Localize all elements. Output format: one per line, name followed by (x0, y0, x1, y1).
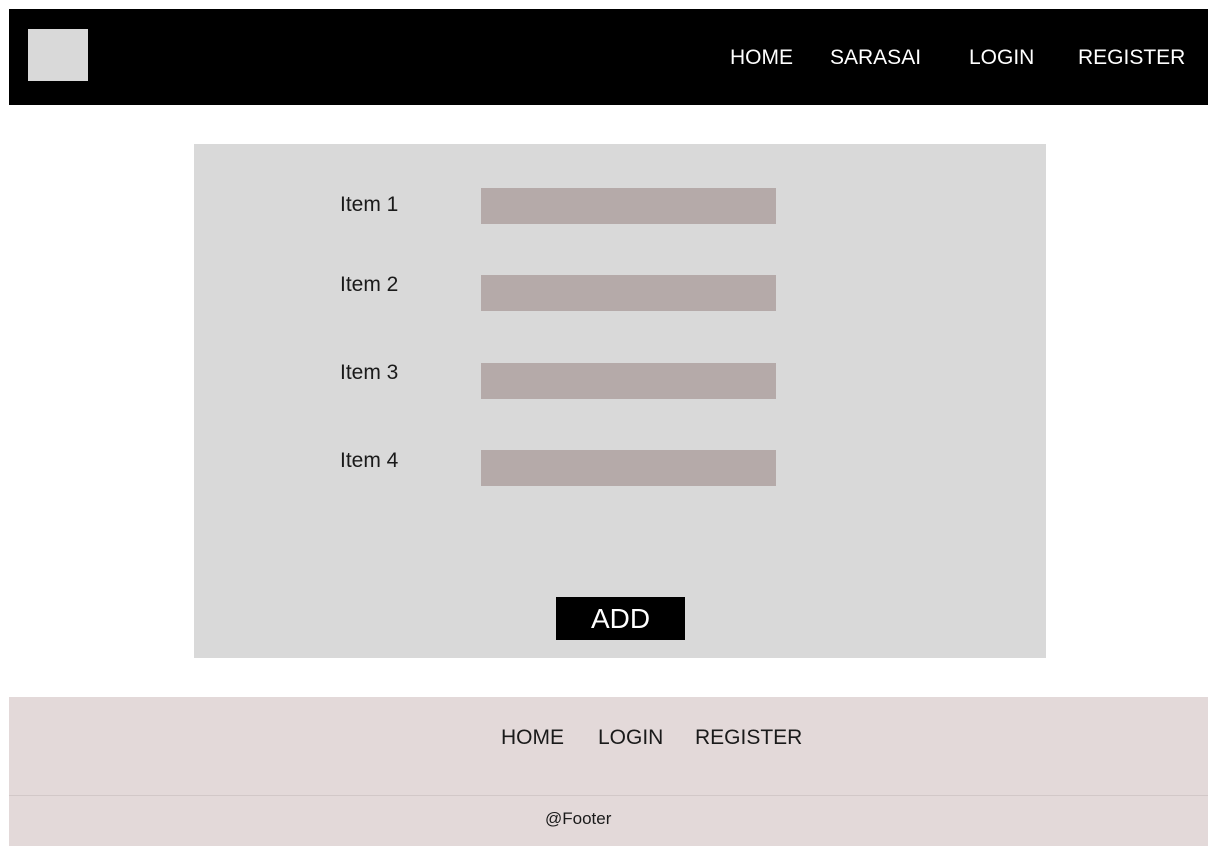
item-1-label: Item 1 (340, 193, 399, 216)
footer: HOME LOGIN REGISTER @Footer (9, 697, 1208, 846)
footer-login-link[interactable]: LOGIN (598, 726, 663, 750)
item-4-input[interactable] (481, 450, 776, 486)
item-form-panel: Item 1 Item 2 Item 3 Item 4 ADD (194, 144, 1046, 658)
item-3-input[interactable] (481, 363, 776, 399)
top-navbar: HOME SARASAI LOGIN REGISTER (9, 9, 1208, 105)
add-button[interactable]: ADD (556, 597, 685, 640)
logo-image[interactable] (28, 29, 88, 81)
page: HOME SARASAI LOGIN REGISTER Item 1 Item … (0, 0, 1208, 846)
footer-register-link[interactable]: REGISTER (695, 726, 802, 750)
item-3-label: Item 3 (340, 361, 399, 384)
item-2-label: Item 2 (340, 273, 399, 296)
footer-divider (9, 795, 1208, 796)
nav-register-link[interactable]: REGISTER (1078, 46, 1185, 70)
footer-copyright: @Footer (545, 809, 612, 828)
nav-login-link[interactable]: LOGIN (969, 46, 1034, 70)
footer-home-link[interactable]: HOME (501, 726, 564, 750)
nav-home-link[interactable]: HOME (730, 46, 793, 70)
item-2-input[interactable] (481, 275, 776, 311)
item-1-input[interactable] (481, 188, 776, 224)
nav-sarasai-link[interactable]: SARASAI (830, 46, 921, 70)
item-4-label: Item 4 (340, 449, 399, 472)
